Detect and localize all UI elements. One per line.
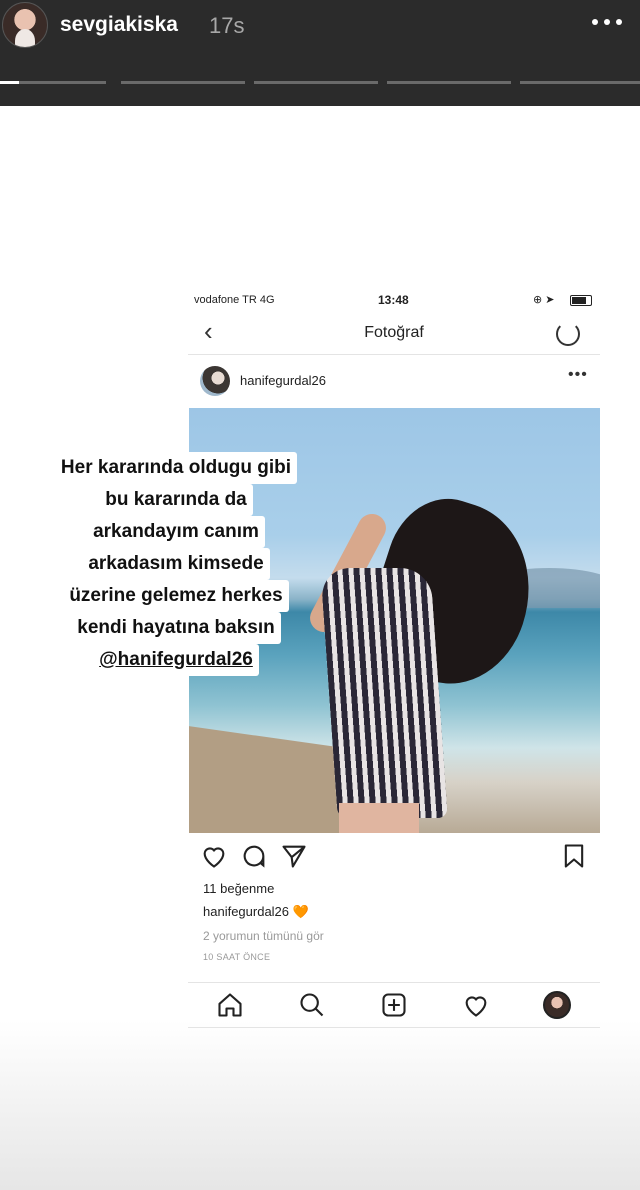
photo-legs	[339, 803, 419, 833]
more-options-icon[interactable]	[592, 12, 632, 32]
caption-owner-line: hanifegurdal26 🧡	[203, 904, 309, 920]
caption-line: arkadasım kimsede	[82, 548, 270, 580]
story-progress-segment	[387, 81, 511, 84]
bookmark-icon[interactable]	[560, 842, 588, 870]
story-avatar[interactable]	[2, 2, 48, 48]
story-header: sevgiakiska 17s	[0, 0, 640, 106]
clock-label: 13:48	[378, 293, 409, 307]
caption-line: bu kararında da	[99, 484, 253, 516]
profile-avatar[interactable]	[543, 991, 571, 1019]
bottom-tab-bar	[188, 982, 600, 1028]
search-icon[interactable]	[298, 991, 326, 1019]
photo-nav-bar: ‹ Fotoğraf	[188, 312, 600, 355]
battery-icon	[570, 295, 592, 306]
story-progress-segment	[0, 81, 106, 84]
refresh-icon[interactable]	[556, 322, 580, 346]
heart-icon[interactable]	[200, 842, 228, 870]
send-icon[interactable]	[280, 842, 308, 870]
post-username[interactable]: hanifegurdal26	[240, 373, 326, 388]
caption-line: kendi hayatına baksın	[71, 612, 281, 644]
likes-count[interactable]: 11 beğenme	[203, 881, 274, 896]
caption-owner[interactable]: hanifegurdal26	[203, 904, 289, 919]
comment-icon[interactable]	[240, 842, 268, 870]
caption-mention[interactable]: @hanifegurdal26	[93, 644, 259, 676]
view-comments-link[interactable]: 2 yorumun tümünü gör	[203, 929, 324, 943]
story-username[interactable]: sevgiakiska	[60, 13, 178, 37]
post-timestamp: 10 SAAT ÖNCE	[203, 952, 271, 962]
story-time: 17s	[209, 13, 245, 38]
heart-outline-icon[interactable]	[462, 991, 490, 1019]
story-caption-overlay: Her kararında oldugu gibi bu kararında d…	[36, 452, 316, 676]
orange-heart-emoji: 🧡	[292, 904, 309, 919]
story-progress-segment	[254, 81, 378, 84]
caption-line: üzerine gelemez herkes	[63, 580, 289, 612]
post-actions	[188, 842, 600, 874]
caption-line: Her kararında oldugu gibi	[54, 452, 298, 484]
post-header: hanifegurdal26 •••	[188, 360, 600, 404]
caption-line: arkandayım canım	[87, 516, 265, 548]
photo-dress	[320, 568, 448, 818]
post-more-icon[interactable]: •••	[568, 366, 588, 384]
add-post-icon[interactable]	[380, 991, 408, 1019]
nav-title: Fotoğraf	[364, 324, 424, 341]
post-avatar[interactable]	[200, 366, 230, 396]
status-icons: ⊕ ➤	[533, 294, 555, 306]
carrier-label: vodafone TR 4G	[194, 294, 275, 306]
story-progress-segment	[121, 81, 245, 84]
story-progress-segment	[520, 81, 640, 84]
home-icon[interactable]	[216, 991, 244, 1019]
phone-status-bar: vodafone TR 4G 13:48 ⊕ ➤	[188, 292, 600, 310]
